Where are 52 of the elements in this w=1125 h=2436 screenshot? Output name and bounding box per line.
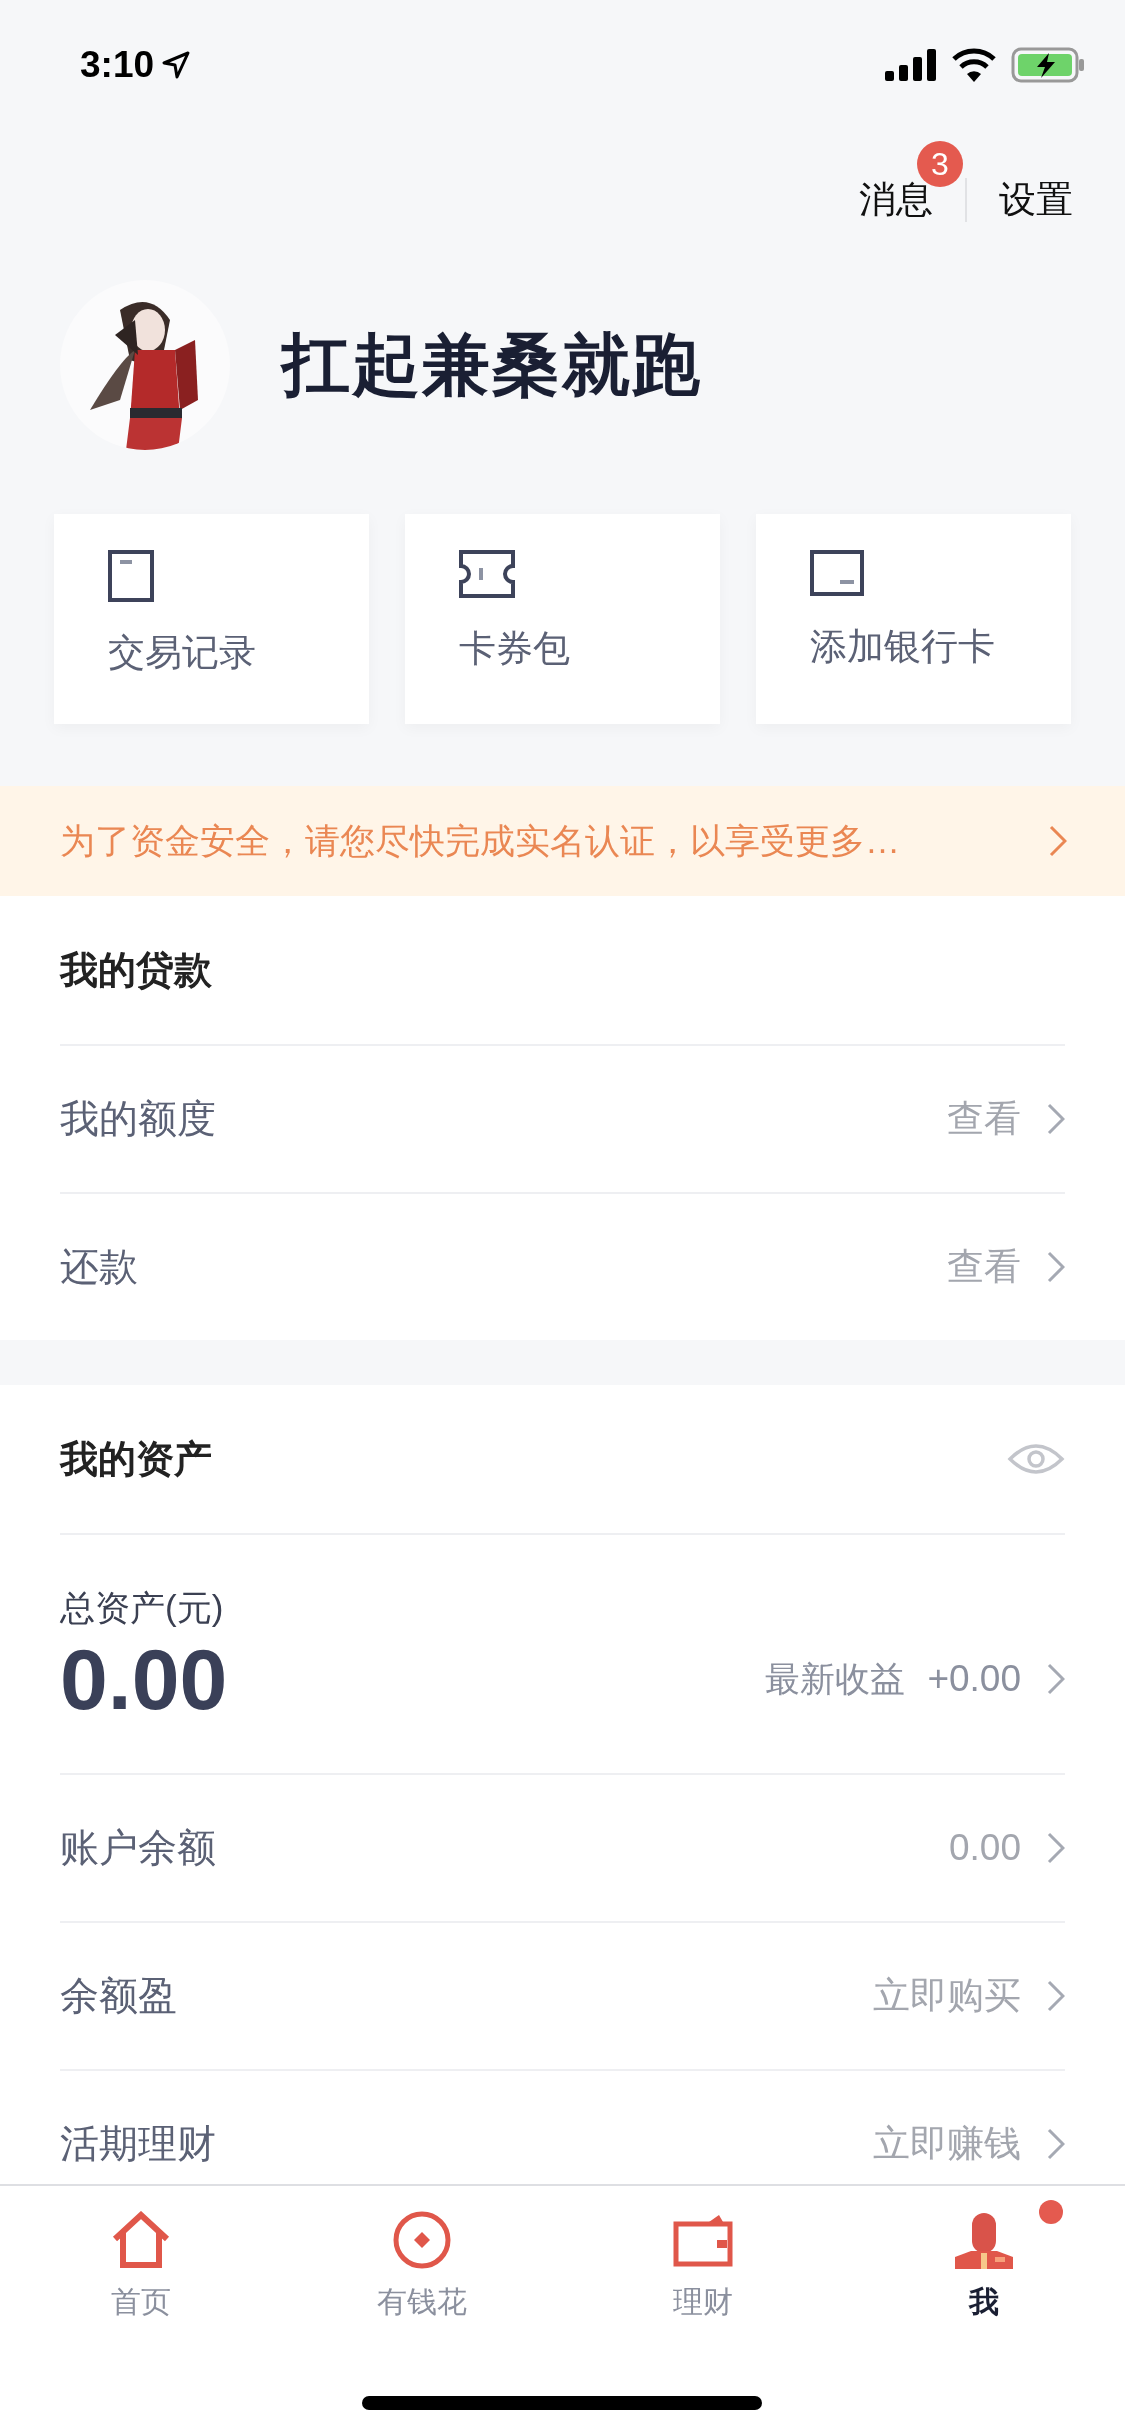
chevron-icon [1047, 1980, 1065, 2012]
eye-icon[interactable] [1007, 1441, 1065, 1477]
list-row[interactable]: 账户余额 0.00 [60, 1773, 1065, 1921]
list-row[interactable]: 还款 查看 [60, 1192, 1065, 1340]
chevron-icon [1047, 1103, 1065, 1135]
row-value: 0.00 [949, 1827, 1021, 1869]
row-label: 余额盈 [60, 1973, 178, 2019]
total-assets-amount: 0.00 [60, 1632, 229, 1727]
coin-icon [391, 2210, 452, 2270]
username: 扛起兼桑就跑 [282, 324, 702, 404]
notice-text: 为了资金安全，请您尽快完成实名认证，以享受更多… [60, 819, 901, 862]
row-label: 活期理财 [60, 2121, 217, 2167]
shortcut-card[interactable]: 交易记录 [54, 514, 369, 724]
ticket-icon [459, 550, 515, 598]
shortcut-card[interactable]: 添加银行卡 [756, 514, 1071, 724]
chevron-icon [1049, 825, 1067, 857]
wifi-icon [951, 48, 997, 82]
tab[interactable]: 我 [843, 2186, 1125, 2333]
earnings-value: +0.00 [927, 1658, 1021, 1701]
chevron-icon [1047, 1663, 1065, 1696]
list-row[interactable]: 我的额度 查看 [60, 1044, 1065, 1192]
row-value: 查看 [947, 1097, 1021, 1141]
list-row[interactable]: 余额盈 立即购买 [60, 1921, 1065, 2069]
section-title: 我的贷款 [60, 947, 213, 993]
header-link[interactable]: 设置 [981, 179, 1091, 220]
card-icon [810, 550, 864, 596]
row-value: 查看 [947, 1245, 1021, 1289]
person-icon [955, 2211, 1014, 2269]
row-value: 立即赚钱 [873, 2122, 1021, 2166]
tab[interactable]: 理财 [562, 2186, 844, 2333]
shortcut-label: 交易记录 [108, 631, 256, 675]
total-assets-label: 总资产(元) [60, 1587, 225, 1629]
wallet-icon [673, 2212, 734, 2268]
tab[interactable]: 首页 [0, 2186, 282, 2333]
signal-icon [885, 49, 937, 81]
chevron-icon [1047, 1251, 1065, 1283]
shortcut-label: 添加银行卡 [810, 625, 995, 669]
row-label: 还款 [60, 1244, 139, 1290]
tab[interactable]: 有钱花 [281, 2186, 563, 2333]
shortcut-card[interactable]: 卡券包 [405, 514, 720, 724]
section-title: 我的资产 [60, 1436, 213, 1482]
document-icon [108, 550, 154, 602]
battery-icon [1011, 47, 1085, 83]
chevron-icon [1047, 2128, 1065, 2160]
row-label: 我的额度 [60, 1096, 217, 1142]
clock-time: 3:10 [80, 44, 155, 86]
row-label: 账户余额 [60, 1825, 217, 1871]
shortcut-label: 卡券包 [459, 627, 570, 671]
earnings-label: 最新收益 [765, 1657, 906, 1700]
chevron-icon [1047, 1832, 1065, 1864]
row-value: 立即购买 [873, 1974, 1021, 2018]
location-arrow-icon [162, 51, 191, 79]
